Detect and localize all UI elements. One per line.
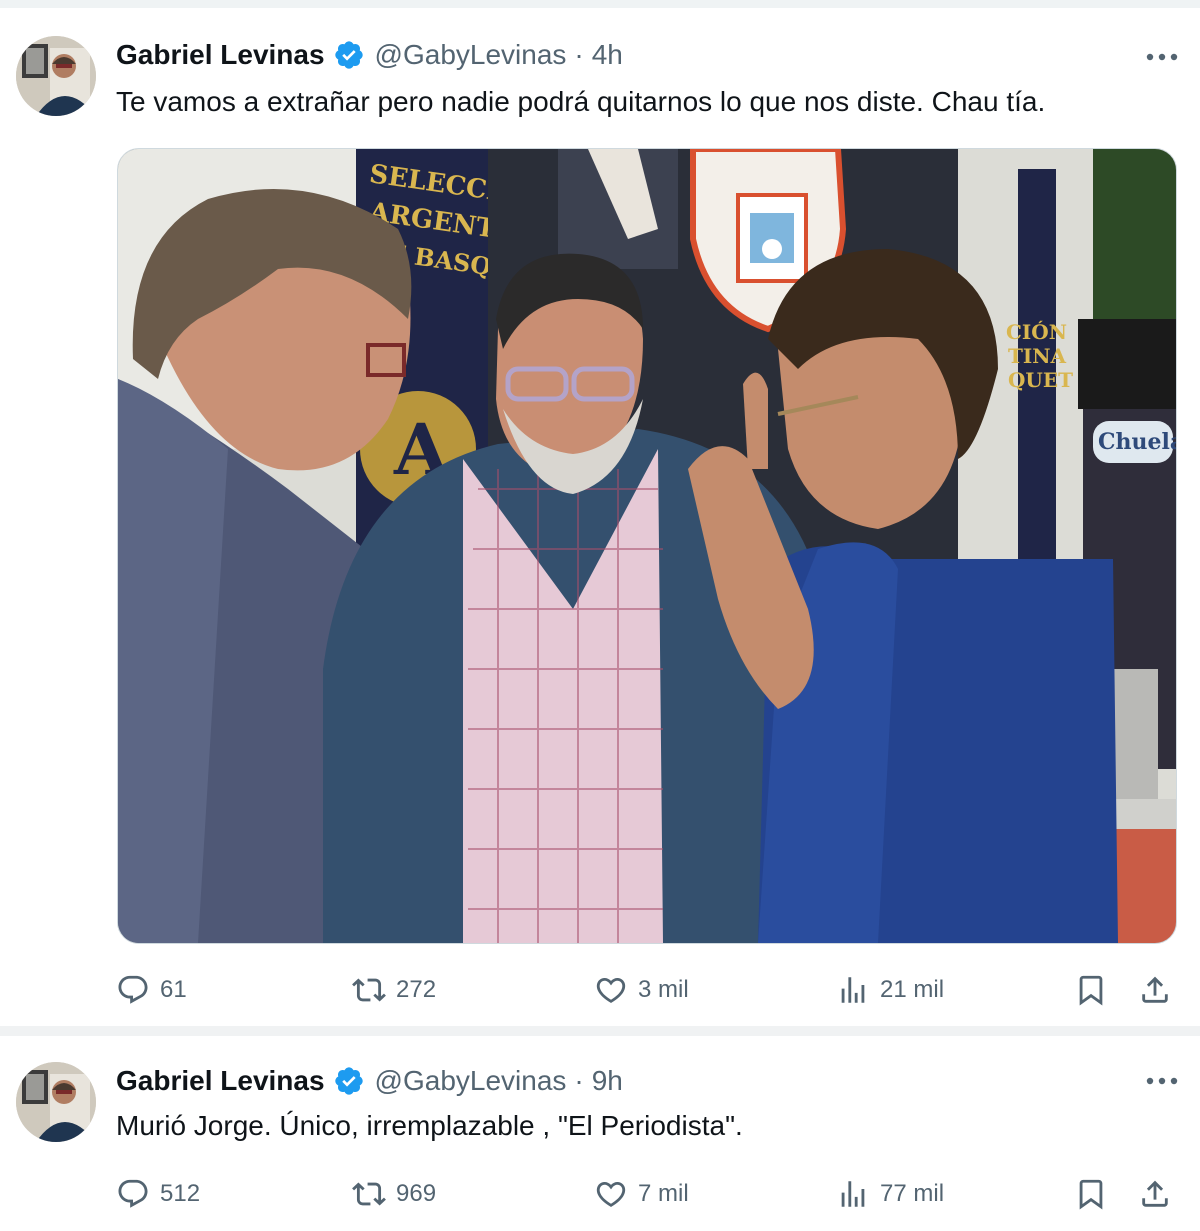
repost-icon xyxy=(352,978,386,1002)
tweet-photo[interactable]: SELECCIÓN ARGENTINA DE BASQUET A CIÓN TI… xyxy=(117,148,1177,944)
share-icon xyxy=(1142,976,1168,1003)
reply-count: 512 xyxy=(160,1180,201,1207)
tweet-divider xyxy=(0,1026,1200,1036)
views-count: 77 mil xyxy=(880,1180,945,1207)
shop-sign-text: Chuela xyxy=(1098,429,1176,455)
tweet-header: Gabriel Levinas @GabyLevinas · 9h xyxy=(116,1061,623,1101)
more-icon[interactable] xyxy=(1142,42,1182,72)
heart-icon xyxy=(596,977,626,1003)
share-button[interactable] xyxy=(1138,1172,1172,1216)
repost-count: 272 xyxy=(396,976,437,1003)
like-button[interactable]: 7 mil xyxy=(594,1172,689,1216)
share-button[interactable] xyxy=(1138,968,1172,1012)
reply-icon xyxy=(118,975,148,1004)
action-bar: 512 969 7 mil 77 mil xyxy=(116,1172,1176,1216)
reply-button[interactable]: 61 xyxy=(116,968,187,1012)
timestamp[interactable]: 4h xyxy=(592,39,623,71)
svg-text:QUET: QUET xyxy=(1008,368,1073,392)
reply-button[interactable]: 512 xyxy=(116,1172,200,1216)
top-separator xyxy=(0,0,1200,8)
bookmark-icon xyxy=(1079,975,1103,1006)
bookmark-button[interactable] xyxy=(1074,968,1108,1012)
repost-count: 969 xyxy=(396,1180,437,1207)
views-button[interactable]: 77 mil xyxy=(836,1172,944,1216)
tweet-text: Te vamos a extrañar pero nadie podrá qui… xyxy=(116,86,1046,117)
tweet-card[interactable]: Gabriel Levinas @GabyLevinas · 9h Murió … xyxy=(0,1036,1200,1231)
bookmark-icon xyxy=(1079,1179,1103,1210)
repost-button[interactable]: 272 xyxy=(352,968,436,1012)
reply-count: 61 xyxy=(160,976,187,1003)
tweet-text: Murió Jorge. Único, irremplazable , "El … xyxy=(116,1110,743,1141)
repost-icon xyxy=(352,1182,386,1206)
heart-icon xyxy=(596,1181,626,1207)
author-handle[interactable]: @GabyLevinas xyxy=(375,1065,567,1097)
like-button[interactable]: 3 mil xyxy=(594,968,689,1012)
right-banner-text: CIÓN xyxy=(1006,319,1067,344)
like-count: 3 mil xyxy=(638,976,689,1003)
action-bar: 61 272 3 mil 21 mil xyxy=(116,968,1176,1012)
tweet-card[interactable]: Gabriel Levinas @GabyLevinas · 4h Te vam… xyxy=(0,8,1200,1026)
timestamp[interactable]: 9h xyxy=(592,1065,623,1097)
separator-dot: · xyxy=(574,39,584,70)
more-icon[interactable] xyxy=(1142,1066,1182,1096)
views-button[interactable]: 21 mil xyxy=(836,968,944,1012)
avatar[interactable] xyxy=(16,1062,96,1142)
separator-dot: · xyxy=(574,1065,584,1096)
author-name[interactable]: Gabriel Levinas xyxy=(116,39,325,71)
tweet-header: Gabriel Levinas @GabyLevinas · 4h xyxy=(116,35,623,75)
bookmark-button[interactable] xyxy=(1074,1172,1108,1216)
author-handle[interactable]: @GabyLevinas xyxy=(375,39,567,71)
avatar[interactable] xyxy=(16,36,96,116)
reply-icon xyxy=(118,1179,148,1208)
svg-text:TINA: TINA xyxy=(1008,344,1067,368)
views-icon xyxy=(841,1181,865,1207)
like-count: 7 mil xyxy=(638,1180,689,1207)
repost-button[interactable]: 969 xyxy=(352,1172,436,1216)
views-icon xyxy=(841,977,865,1003)
verified-badge-icon xyxy=(333,39,365,71)
share-icon xyxy=(1142,1180,1168,1207)
verified-badge-icon xyxy=(333,1065,365,1097)
author-name[interactable]: Gabriel Levinas xyxy=(116,1065,325,1097)
views-count: 21 mil xyxy=(880,976,945,1003)
